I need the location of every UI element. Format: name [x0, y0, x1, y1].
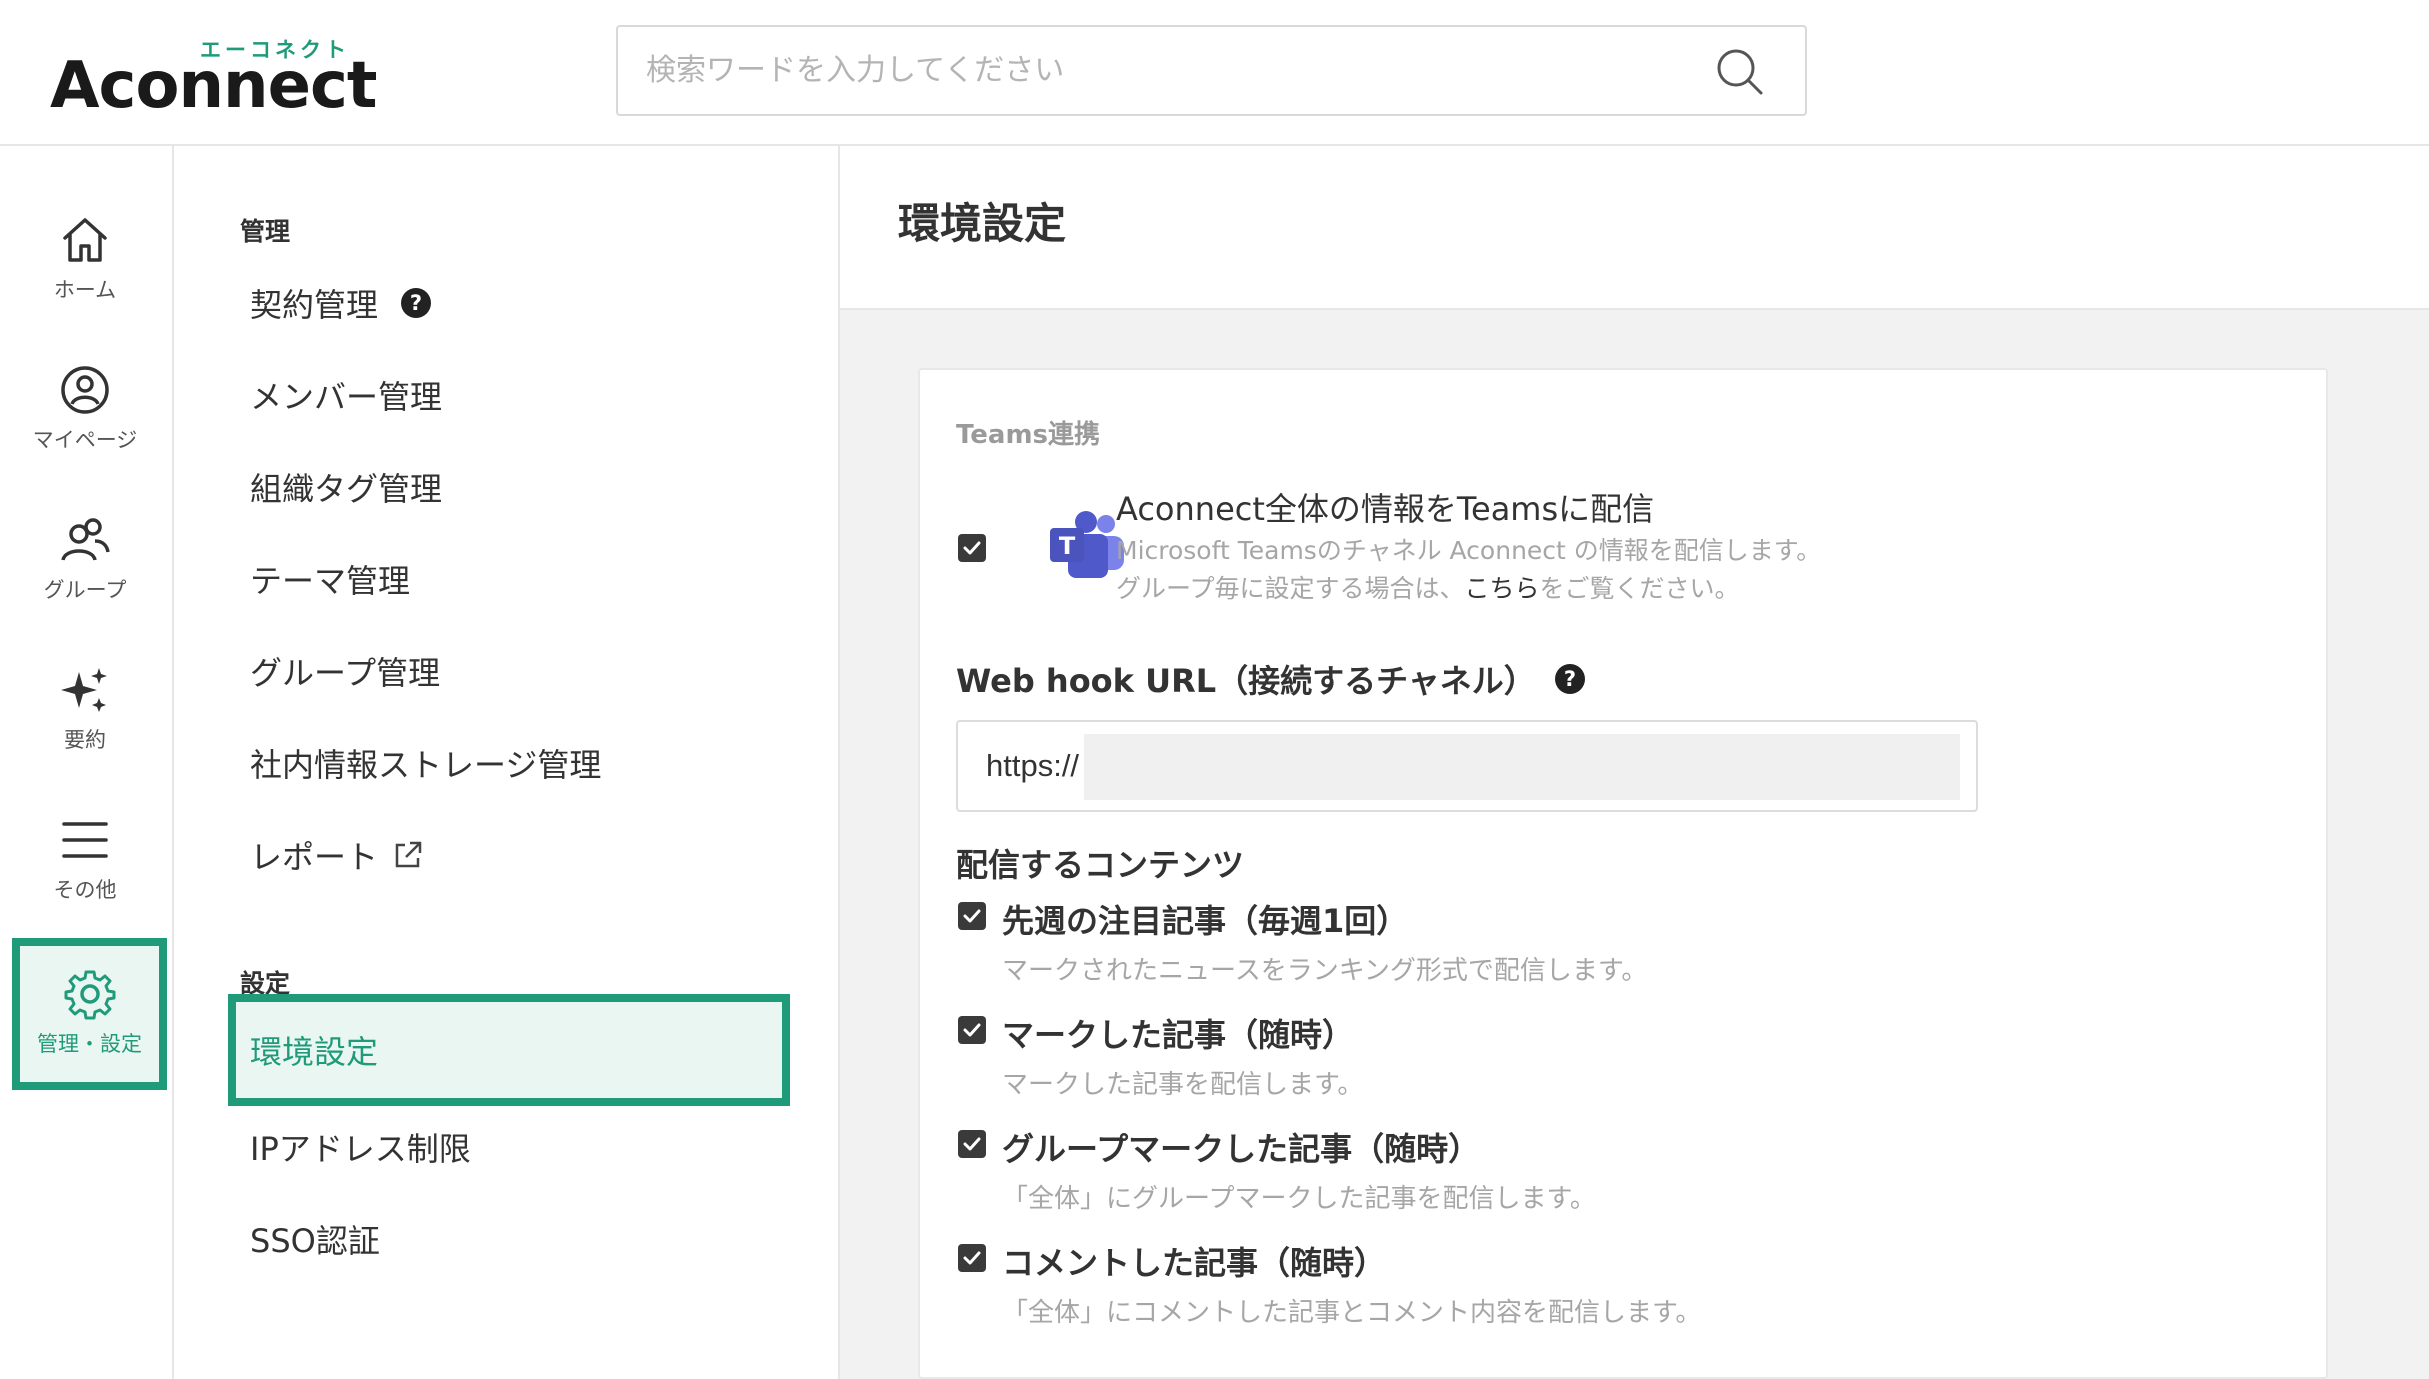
menu-item-label: グループ管理 — [250, 654, 441, 692]
option-desc-weekly: マークされたニュースをランキング形式で配信します。 — [1002, 956, 1648, 986]
menu-item-label: レポート — [250, 838, 379, 876]
option-desc-group-marked: 「全体」にグループマークした記事を配信します。 — [1002, 1184, 1596, 1214]
menu-item-label: 契約管理 — [250, 286, 379, 324]
teams-description: Microsoft Teamsのチャネル Aconnect の情報を配信します。… — [1116, 532, 1821, 607]
teams-title: Aconnect全体の情報をTeamsに配信 — [1116, 490, 1655, 528]
option-checkbox-marked[interactable] — [958, 1016, 986, 1044]
rail-label-other: その他 — [53, 878, 117, 902]
top-header: エーコネクト Aconnect — [0, 0, 2429, 146]
rail-label-summary: 要約 — [64, 728, 106, 752]
rail-label-mypage: マイページ — [32, 428, 138, 452]
menu-item-label: テーマ管理 — [250, 562, 411, 600]
home-icon — [63, 218, 107, 262]
group-icon — [61, 518, 110, 561]
gear-icon — [64, 970, 115, 1020]
sparkle-icon — [61, 668, 107, 712]
svg-text:?: ? — [410, 291, 422, 315]
menu-item-themes[interactable]: テーマ管理 — [250, 556, 410, 602]
teams-settings-card: Teams連携 T Aconnect全体の情報をTeamsに配信 Microso… — [918, 368, 2328, 1379]
menu-item-label: 社内情報ストレージ管理 — [250, 746, 602, 784]
help-icon[interactable]: ? — [400, 287, 432, 319]
teams-desc-pre: グループ毎に設定する場合は、 — [1116, 573, 1465, 603]
menu-item-label: IPアドレス制限 — [250, 1130, 471, 1168]
menu-icon — [62, 822, 108, 858]
external-link-icon — [395, 841, 422, 868]
user-circle-icon — [61, 366, 109, 414]
teams-desc-line2: グループ毎に設定する場合は、こちらをご覧ください。 — [1116, 570, 1821, 608]
rail-label-group: グループ — [43, 578, 127, 602]
help-icon[interactable]: ? — [1554, 663, 1586, 695]
option-title-commented: コメントした記事（随時） — [1002, 1244, 1387, 1282]
option-checkbox-group-marked[interactable] — [958, 1130, 986, 1158]
menu-item-label: SSO認証 — [250, 1222, 380, 1260]
menu-item-environment[interactable]: 環境設定 — [228, 994, 790, 1106]
search-box — [616, 25, 1807, 116]
rail-item-other[interactable]: その他 — [0, 814, 170, 934]
menu-item-groups[interactable]: グループ管理 — [250, 648, 440, 694]
option-title-group-marked: グループマークした記事（随時） — [1002, 1130, 1481, 1168]
search-icon[interactable] — [1715, 47, 1765, 97]
page-title-bar: 環境設定 — [840, 146, 2429, 310]
check-icon — [963, 541, 981, 555]
option-title-marked: マークした記事（随時） — [1002, 1016, 1355, 1054]
menu-item-org-tags[interactable]: 組織タグ管理 — [250, 464, 442, 510]
webhook-url-field[interactable]: https:// — [956, 720, 1978, 812]
teams-logo-icon: T — [1050, 511, 1124, 578]
search-input[interactable] — [646, 27, 1696, 114]
option-title-weekly: 先週の注目記事（毎週1回） — [1002, 902, 1409, 940]
webhook-url-masked — [1084, 734, 1960, 800]
menu-item-label: 環境設定 — [250, 1033, 379, 1071]
check-icon — [963, 1137, 981, 1151]
check-icon — [963, 909, 981, 923]
rail-item-admin-settings[interactable]: 管理・設定 — [12, 938, 167, 1090]
rail-item-home[interactable]: ホーム — [0, 214, 170, 334]
rail-item-mypage[interactable]: マイページ — [0, 364, 170, 484]
teams-desc-line1: Microsoft Teamsのチャネル Aconnect の情報を配信します。 — [1116, 536, 1822, 565]
page-title: 環境設定 — [898, 199, 1067, 248]
section-label-management: 管理 — [240, 217, 291, 246]
check-icon — [963, 1251, 981, 1265]
rail-item-group[interactable]: グループ — [0, 514, 170, 634]
section-title: Teams連携 — [956, 420, 1101, 450]
menu-item-label: 組織タグ管理 — [250, 470, 443, 508]
option-checkbox-commented[interactable] — [958, 1244, 986, 1272]
rail-label-admin-settings: 管理・設定 — [37, 1032, 142, 1056]
aconnect-logo[interactable]: エーコネクト Aconnect — [50, 34, 377, 118]
check-icon — [963, 1023, 981, 1037]
settings-submenu: 管理 契約管理 ? メンバー管理 組織タグ管理 テーマ管理 グループ管理 社内情… — [174, 146, 840, 1379]
webhook-url-value: https:// — [986, 748, 1080, 783]
webhook-label-text: Web hook URL（接続するチャネル） — [956, 662, 1536, 700]
menu-item-members[interactable]: メンバー管理 — [250, 372, 442, 418]
teams-desc-post: をご覧ください。 — [1539, 573, 1740, 603]
option-desc-commented: 「全体」にコメントした記事とコメント内容を配信します。 — [1002, 1298, 1702, 1328]
group-settings-link[interactable]: こちら — [1465, 574, 1540, 603]
contents-label: 配信するコンテンツ — [956, 846, 1245, 884]
rail-label-home: ホーム — [53, 278, 117, 302]
option-desc-marked: マークした記事を配信します。 — [1002, 1070, 1364, 1100]
svg-text:?: ? — [1564, 667, 1576, 691]
menu-item-storage[interactable]: 社内情報ストレージ管理 — [250, 740, 601, 786]
webhook-label: Web hook URL（接続するチャネル） ? — [956, 656, 1586, 702]
menu-item-report[interactable]: レポート — [250, 832, 424, 878]
teams-checkbox[interactable] — [958, 534, 986, 562]
menu-item-contract[interactable]: 契約管理 ? — [250, 280, 432, 326]
menu-item-label: メンバー管理 — [250, 378, 443, 416]
svg-text:T: T — [1059, 532, 1076, 560]
icon-rail: ホーム マイページ グループ 要約 その他 管理・設定 — [0, 146, 174, 1379]
option-checkbox-weekly[interactable] — [958, 902, 986, 930]
menu-item-ip-restriction[interactable]: IPアドレス制限 — [250, 1124, 471, 1170]
logo-wordmark: Aconnect — [50, 49, 377, 123]
menu-item-sso[interactable]: SSO認証 — [250, 1216, 380, 1262]
rail-item-summary[interactable]: 要約 — [0, 664, 170, 784]
main-content: 環境設定 Teams連携 T Aconnect全体の情報をTeamsに配信 Mi… — [840, 146, 2429, 1379]
